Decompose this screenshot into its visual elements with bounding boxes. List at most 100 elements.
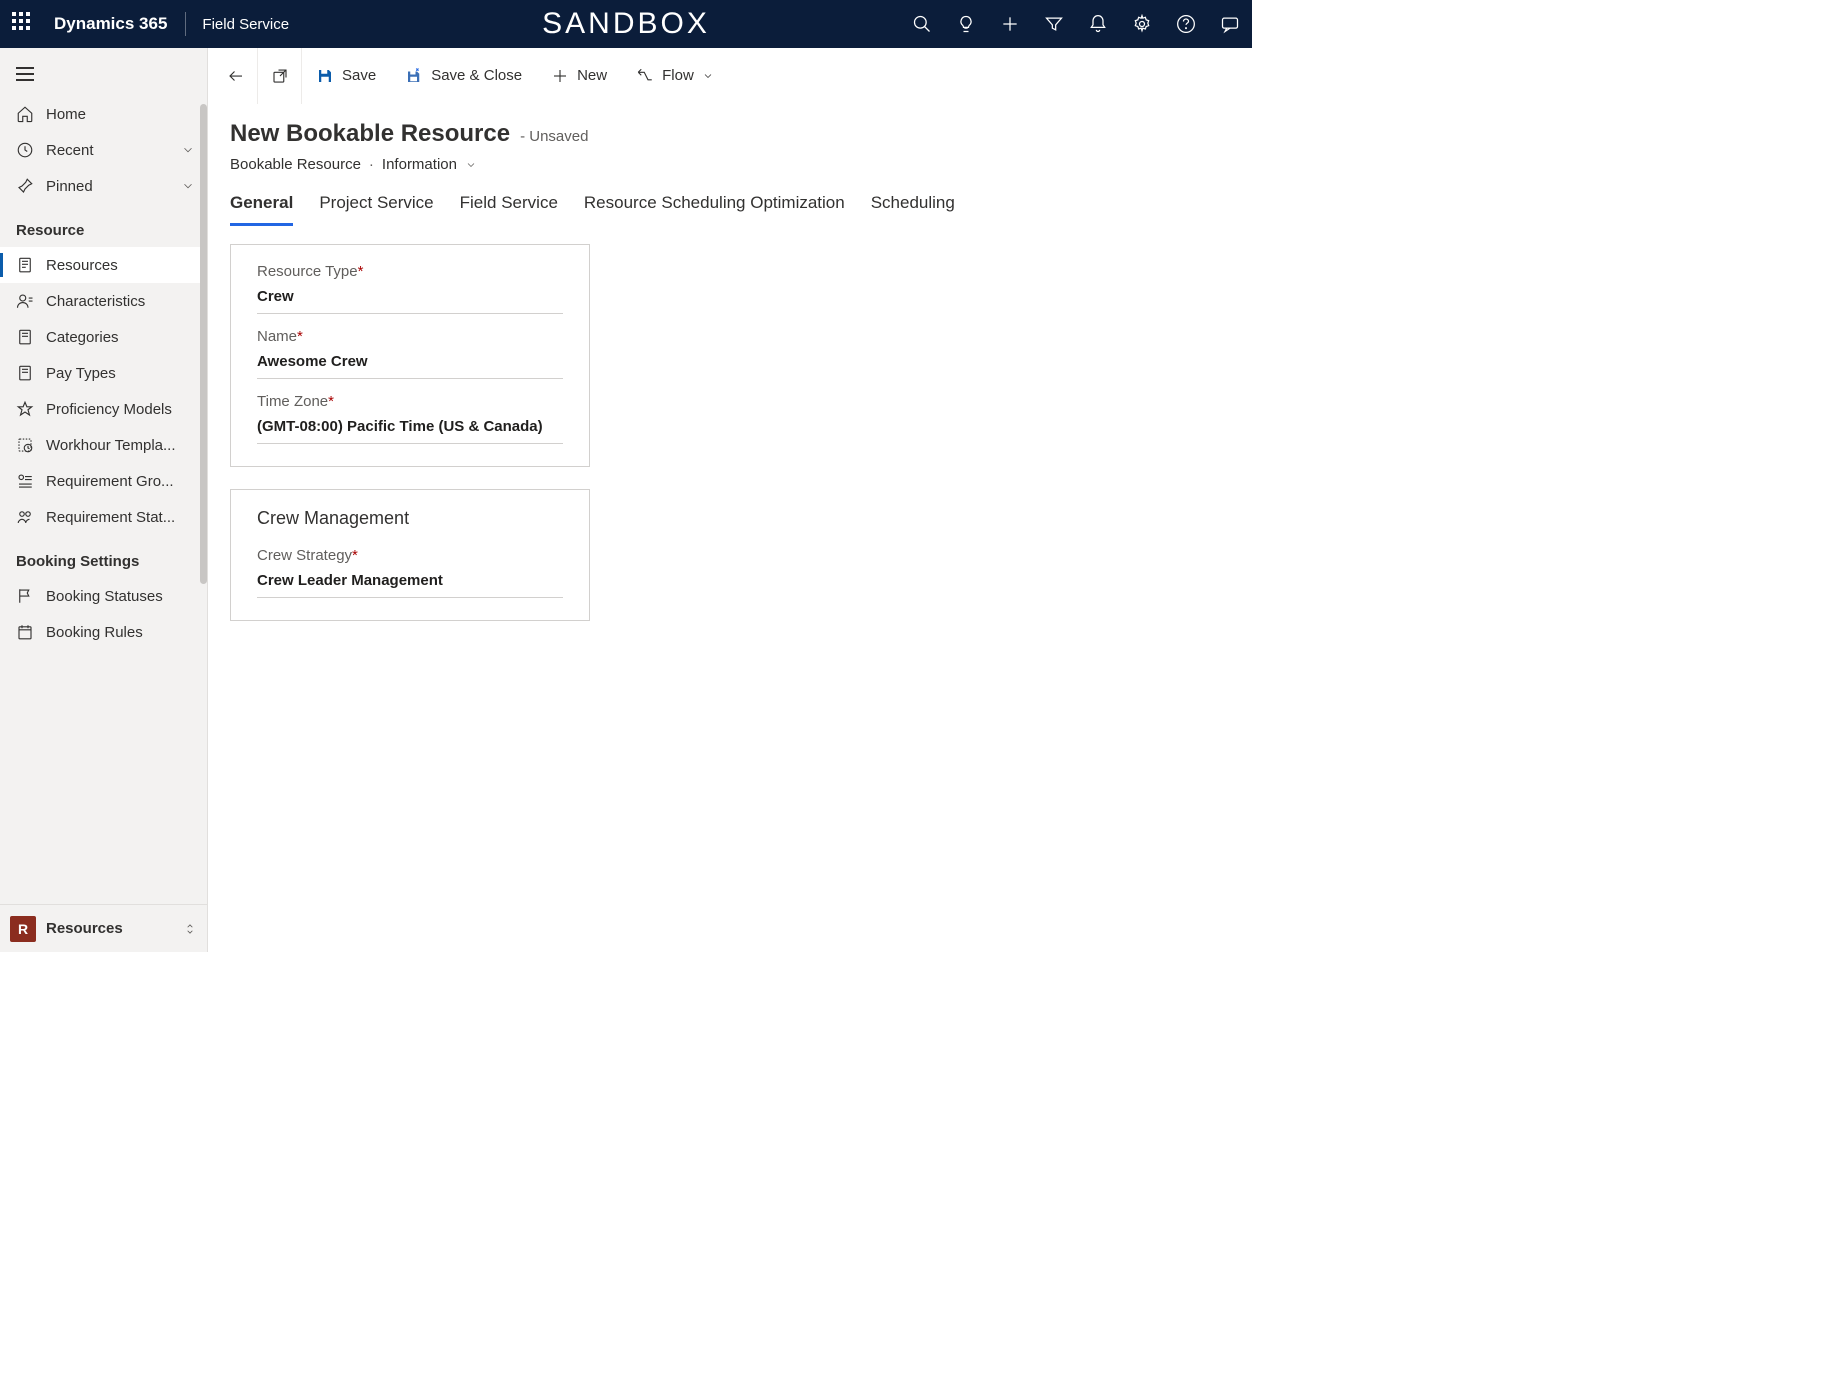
field-timezone[interactable]: Time Zone* (GMT-08:00) Pacific Time (US … bbox=[257, 393, 563, 444]
sidebar-item-reqstatus[interactable]: Requirement Stat... bbox=[0, 499, 207, 535]
chevron-down-icon bbox=[181, 143, 195, 157]
sidebar-item-bookingstatuses[interactable]: Booking Statuses bbox=[0, 578, 207, 614]
sidebar-scrollbar[interactable] bbox=[200, 48, 207, 904]
required-marker: * bbox=[297, 328, 303, 345]
flow-button[interactable]: Flow bbox=[622, 48, 729, 104]
sidebar-item-home[interactable]: Home bbox=[0, 96, 207, 132]
field-label: Resource Type bbox=[257, 263, 358, 280]
field-crew-strategy[interactable]: Crew Strategy* Crew Leader Management bbox=[257, 547, 563, 598]
field-value[interactable]: Crew bbox=[257, 288, 563, 314]
field-value[interactable]: Crew Leader Management bbox=[257, 572, 563, 598]
sidebar-item-reqgroups[interactable]: Requirement Gro... bbox=[0, 463, 207, 499]
pin-icon bbox=[16, 177, 34, 195]
sidebar-group-resource: Resource bbox=[0, 204, 207, 247]
clock-icon bbox=[16, 436, 34, 454]
gear-icon[interactable] bbox=[1132, 14, 1152, 34]
help-icon[interactable] bbox=[1176, 14, 1196, 34]
field-name[interactable]: Name* Awesome Crew bbox=[257, 328, 563, 379]
separator-dot bbox=[369, 156, 374, 173]
tab-scheduling[interactable]: Scheduling bbox=[871, 193, 955, 226]
save-close-label: Save & Close bbox=[431, 67, 522, 84]
field-label: Name bbox=[257, 328, 297, 345]
sidebar-item-label: Booking Rules bbox=[46, 624, 195, 641]
sidebar-item-label: Requirement Stat... bbox=[46, 509, 195, 526]
required-marker: * bbox=[352, 547, 358, 564]
sidebar-item-workhour[interactable]: Workhour Templa... bbox=[0, 427, 207, 463]
required-marker: * bbox=[358, 263, 364, 280]
search-icon[interactable] bbox=[912, 14, 932, 34]
app-area-name[interactable]: Field Service bbox=[202, 16, 289, 33]
save-close-icon bbox=[405, 67, 423, 85]
plus-icon[interactable] bbox=[1000, 14, 1020, 34]
sitemap-sidebar: Home Recent Pinned Resource Resources Ch… bbox=[0, 48, 208, 952]
sidebar-item-paytypes[interactable]: Pay Types bbox=[0, 355, 207, 391]
form-body: Resource Type* Crew Name* Awesome Crew T… bbox=[208, 226, 1252, 639]
area-switcher[interactable]: R Resources bbox=[0, 904, 207, 952]
record-state: - Unsaved bbox=[520, 128, 588, 145]
tab-project-service[interactable]: Project Service bbox=[319, 193, 433, 226]
field-resource-type[interactable]: Resource Type* Crew bbox=[257, 263, 563, 314]
chevron-down-icon bbox=[702, 70, 714, 82]
filter-icon[interactable] bbox=[1044, 14, 1064, 34]
tab-general[interactable]: General bbox=[230, 193, 293, 226]
save-icon bbox=[316, 67, 334, 85]
document-icon bbox=[16, 328, 34, 346]
bell-icon[interactable] bbox=[1088, 14, 1108, 34]
sidebar-item-label: Pay Types bbox=[46, 365, 195, 382]
record-form-name[interactable]: Information bbox=[382, 156, 457, 173]
clock-icon bbox=[16, 141, 34, 159]
popout-button[interactable] bbox=[258, 48, 302, 104]
area-switcher-label: Resources bbox=[46, 920, 173, 937]
field-label: Time Zone bbox=[257, 393, 328, 410]
back-button[interactable] bbox=[214, 48, 258, 104]
sidebar-item-label: Home bbox=[46, 106, 195, 123]
new-label: New bbox=[577, 67, 607, 84]
home-icon bbox=[16, 105, 34, 123]
sidebar-item-resources[interactable]: Resources bbox=[0, 247, 207, 283]
main-content: Save Save & Close New Flow New Bookable … bbox=[208, 48, 1252, 952]
chevron-down-icon bbox=[465, 159, 477, 171]
tab-rso[interactable]: Resource Scheduling Optimization bbox=[584, 193, 845, 226]
sidebar-item-label: Workhour Templa... bbox=[46, 437, 195, 454]
brand-title[interactable]: Dynamics 365 bbox=[54, 14, 167, 34]
save-close-button[interactable]: Save & Close bbox=[391, 48, 537, 104]
sidebar-item-pinned[interactable]: Pinned bbox=[0, 168, 207, 204]
document-icon bbox=[16, 256, 34, 274]
assistant-icon[interactable] bbox=[1220, 14, 1240, 34]
save-button[interactable]: Save bbox=[302, 48, 391, 104]
sidebar-item-proficiency[interactable]: Proficiency Models bbox=[0, 391, 207, 427]
sidebar-collapse-button[interactable] bbox=[0, 52, 207, 96]
calendar-icon bbox=[16, 623, 34, 641]
sidebar-item-label: Resources bbox=[46, 257, 195, 274]
plus-icon bbox=[551, 67, 569, 85]
lightbulb-icon[interactable] bbox=[956, 14, 976, 34]
chevron-down-icon bbox=[181, 179, 195, 193]
popout-icon bbox=[271, 67, 289, 85]
command-bar: Save Save & Close New Flow bbox=[208, 48, 1252, 104]
hamburger-icon bbox=[16, 67, 34, 81]
app-launcher-icon[interactable] bbox=[12, 12, 36, 36]
required-marker: * bbox=[328, 393, 334, 410]
sidebar-item-label: Booking Statuses bbox=[46, 588, 195, 605]
sidebar-item-label: Proficiency Models bbox=[46, 401, 195, 418]
tab-field-service[interactable]: Field Service bbox=[460, 193, 558, 226]
list-icon bbox=[16, 472, 34, 490]
divider bbox=[185, 12, 186, 36]
form-tabs: General Project Service Field Service Re… bbox=[208, 173, 1252, 226]
environment-badge: SANDBOX bbox=[542, 7, 710, 41]
field-value[interactable]: (GMT-08:00) Pacific Time (US & Canada) bbox=[257, 418, 563, 444]
field-value[interactable]: Awesome Crew bbox=[257, 353, 563, 379]
sidebar-item-label: Categories bbox=[46, 329, 195, 346]
flag-icon bbox=[16, 587, 34, 605]
star-icon bbox=[16, 400, 34, 418]
sidebar-item-recent[interactable]: Recent bbox=[0, 132, 207, 168]
sidebar-item-characteristics[interactable]: Characteristics bbox=[0, 283, 207, 319]
sidebar-item-categories[interactable]: Categories bbox=[0, 319, 207, 355]
new-button[interactable]: New bbox=[537, 48, 622, 104]
chevron-updown-icon bbox=[183, 920, 197, 938]
section-crew-management: Crew Management Crew Strategy* Crew Lead… bbox=[230, 489, 590, 621]
sidebar-item-label: Pinned bbox=[46, 178, 181, 195]
document-icon bbox=[16, 364, 34, 382]
sidebar-item-bookingrules[interactable]: Booking Rules bbox=[0, 614, 207, 650]
flow-icon bbox=[636, 67, 654, 85]
